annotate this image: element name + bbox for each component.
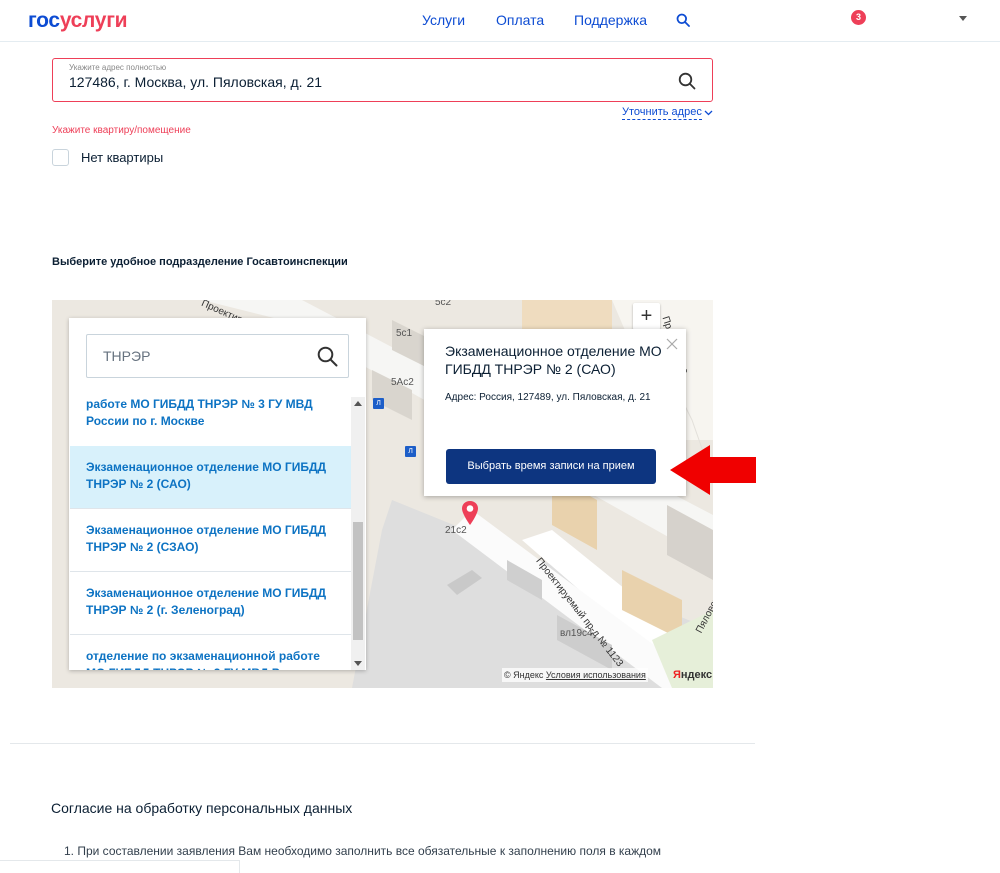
no-apartment-label[interactable]: Нет квартиры <box>81 150 163 165</box>
yandex-logo[interactable]: Яндекс <box>673 669 712 681</box>
department-search-input[interactable]: ТНРЭР <box>86 334 349 378</box>
red-arrow-pointer-icon <box>670 445 756 495</box>
divider <box>10 743 755 744</box>
address-input-value[interactable]: 127486, г. Москва, ул. Пяловская, д. 21 <box>69 74 322 90</box>
refine-address-link[interactable]: Уточнить адрес <box>622 106 702 120</box>
notification-badge[interactable]: 3 <box>851 10 866 25</box>
logo-part2: услуги <box>59 9 128 32</box>
address-input-label: Укажите адрес полностью <box>69 63 167 72</box>
choose-appointment-time-button[interactable]: Выбрать время записи на прием <box>446 449 656 484</box>
map-copyright: © Яндекс Условия использования <box>502 668 648 682</box>
top-navigation-bar: госуслуги Услуги Оплата Поддержка 3 <box>0 0 1000 42</box>
copyright-text: © Яндекс <box>504 670 544 680</box>
department-list-item[interactable]: отделение по экзаменационной работе МО Г… <box>70 635 352 670</box>
divider <box>0 860 240 873</box>
nav-services[interactable]: Услуги <box>422 12 465 28</box>
no-apartment-checkbox[interactable] <box>52 149 69 166</box>
building-label-5c1: 5с1 <box>396 328 413 339</box>
department-list-item[interactable]: работе МО ГИБДД ТНРЭР № 3 ГУ МВД России … <box>70 397 352 451</box>
balloon-address: Адрес: Россия, 127489, ул. Пяловская, д.… <box>445 392 651 403</box>
map-zoom-in-button[interactable]: + <box>633 303 660 330</box>
apartment-error-text: Укажите квартиру/помещение <box>52 125 191 136</box>
department-list-item-selected[interactable]: Экзаменационное отделение МО ГИБДД ТНРЭР… <box>70 446 352 509</box>
terms-of-use-link[interactable]: Условия использования <box>546 670 646 680</box>
department-search-value[interactable]: ТНРЭР <box>103 348 150 364</box>
search-icon[interactable] <box>676 13 690 27</box>
department-list-panel: ТНРЭР работе МО ГИБДД ТНРЭР № 3 ГУ МВД Р… <box>69 318 366 670</box>
department-list-item[interactable]: Экзаменационное отделение МО ГИБДД ТНРЭР… <box>70 509 352 572</box>
building-label-5ac2: 5Ас2 <box>391 377 414 388</box>
address-input[interactable]: Укажите адрес полностью 127486, г. Москв… <box>52 58 713 102</box>
balloon-title: Экзаменационное отделение МО ГИБДД ТНРЭР… <box>445 343 662 377</box>
building-label-5c2: 5с2 <box>435 300 452 308</box>
transit-stop-icon: Л <box>373 398 384 409</box>
logo-part1: гос <box>28 9 60 32</box>
consent-text: 1. При составлении заявления Вам необход… <box>64 844 662 858</box>
search-icon[interactable] <box>317 346 338 367</box>
department-list: работе МО ГИБДД ТНРЭР № 3 ГУ МВД России … <box>70 397 352 670</box>
scroll-up-arrow-icon[interactable] <box>354 401 362 406</box>
yandex-logo-rest: ндекс <box>680 669 713 681</box>
nav-payment[interactable]: Оплата <box>496 12 544 28</box>
section-title: Выберите удобное подразделение Госавтоин… <box>52 256 348 268</box>
list-scrollbar[interactable] <box>351 397 365 670</box>
map-pin-icon[interactable] <box>461 500 479 526</box>
user-menu-chevron-down-icon[interactable] <box>959 16 967 21</box>
scroll-down-arrow-icon[interactable] <box>354 661 362 666</box>
consent-title: Согласие на обработку персональных данны… <box>51 800 353 816</box>
chevron-down-icon[interactable] <box>704 108 713 117</box>
nav-support[interactable]: Поддержка <box>574 12 647 28</box>
yandex-logo-y: Я <box>673 669 681 681</box>
transit-stop-icon: Л <box>405 446 416 457</box>
building-label-21c2: 21с2 <box>445 525 467 536</box>
scrollbar-thumb[interactable] <box>353 522 363 640</box>
department-list-item[interactable]: Экзаменационное отделение МО ГИБДД ТНРЭР… <box>70 572 352 635</box>
address-search-icon[interactable] <box>678 72 696 90</box>
gosuslugi-logo[interactable]: госуслуги <box>28 9 128 33</box>
